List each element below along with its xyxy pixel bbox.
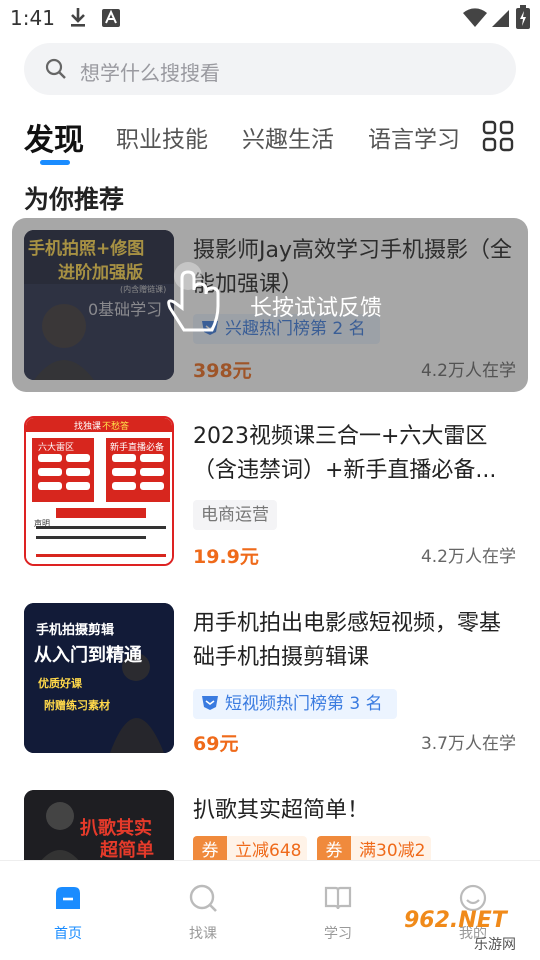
nav-home[interactable]: 首页 [23,861,113,960]
nav-label: 学习 [324,926,352,942]
course-card[interactable]: 扒歌其实 超简单 扒歌其实超简单！ 券立减648 券满30减2 [0,790,540,860]
rank-badge: 短视频热门榜第 3 名 [193,689,397,719]
nav-study[interactable]: 学习 [293,861,383,960]
tab-language[interactable]: 语言学习 [368,120,460,154]
thumb-statement: 声明 [34,519,50,528]
status-time: 1:41 [10,6,55,30]
status-bar: 1:41 [0,0,540,36]
book-icon [324,886,352,910]
coupon-tag: 券 [193,836,227,860]
learner-count: 3.7万人在学 [420,734,516,754]
tab-discover[interactable]: 发现 [24,115,84,159]
thumb-left-title: 六大雷区 [38,443,75,453]
wifi-icon-2 [492,10,509,27]
wifi-icon [463,8,487,27]
long-press-hint: 长按试试反馈 [250,296,383,321]
tab-career-skills[interactable]: 职业技能 [116,120,208,154]
search-bar[interactable]: 想学什么搜搜看 [24,43,516,95]
watermark-text: 962.NET [404,908,507,933]
category-tabs: 发现 职业技能 兴趣生活 语言学习 [0,108,540,168]
thumb-subheadline: 超简单 [100,840,154,860]
thumb-tag-2: 附赠练习素材 [44,699,110,712]
tab-fade [468,108,472,168]
coupon-text: 立减648 [235,841,302,860]
thumb-right-title: 新手直播必备 [110,443,165,453]
tab-active-indicator [40,160,70,165]
coupon: 券满30减2 [317,836,431,860]
all-categories-icon[interactable] [480,118,516,154]
course-thumbnail: 扒歌其实 超简单 [24,790,174,860]
course-title: 扒歌其实超简单！ [193,798,370,823]
rank-badge-text: 短视频热门榜第 3 名 [225,694,383,714]
nav-label: 首页 [54,926,82,942]
coupon-text: 满30减2 [359,841,426,860]
watermark: 962.NET 乐游网 [400,908,532,956]
course-price: 69元 [193,733,239,755]
battery-icon [516,5,530,29]
search-placeholder: 想学什么搜搜看 [80,61,220,85]
download-icon [71,8,85,27]
course-title: 2023视频课三合一+六大雷区（含违禁词）+新手直播必备... [193,424,497,483]
coupon: 券立减648 [193,836,307,860]
thumb-tag-1: 优质好课 [38,677,82,690]
nav-label: 找课 [189,926,217,942]
thumb-brand: 找独课 [74,422,102,432]
font-icon [102,9,120,27]
course-tag: 电商运营 [193,500,277,530]
tab-hobby-life[interactable]: 兴趣生活 [242,120,334,154]
home-icon [56,887,80,909]
thumb-brand-2: 不愁答 [102,422,130,432]
course-title: 用手机拍出电影感短视频，零基础手机拍摄剪辑课 [193,611,502,670]
course-card[interactable]: 找独课 不愁答 六大雷区 新手直播必备 声明 2023视频课三合一+六大雷区（含… [0,416,540,586]
watermark-subtext: 乐游网 [474,937,516,953]
learner-count: 4.2万人在学 [420,547,516,567]
thumb-headline: 手机拍摄剪辑 [36,623,115,638]
section-title: 为你推荐 [24,185,125,214]
hand-tap-icon [167,262,220,332]
coupon-tag: 券 [317,836,351,860]
rank-icon [202,696,218,710]
course-thumbnail: 手机拍摄剪辑 从入门到精通 优质好课 附赠练习素材 [24,603,174,753]
course-card[interactable]: 手机拍摄剪辑 从入门到精通 优质好课 附赠练习素材 用手机拍出电影感短视频，零基… [0,603,540,773]
course-thumbnail: 找独课 不愁答 六大雷区 新手直播必备 声明 [24,416,174,566]
course-price: 19.9元 [193,546,259,568]
thumb-subheadline: 从入门到精通 [34,645,142,666]
search-icon [45,58,66,79]
search-icon [189,884,217,912]
nav-find-course[interactable]: 找课 [158,861,248,960]
